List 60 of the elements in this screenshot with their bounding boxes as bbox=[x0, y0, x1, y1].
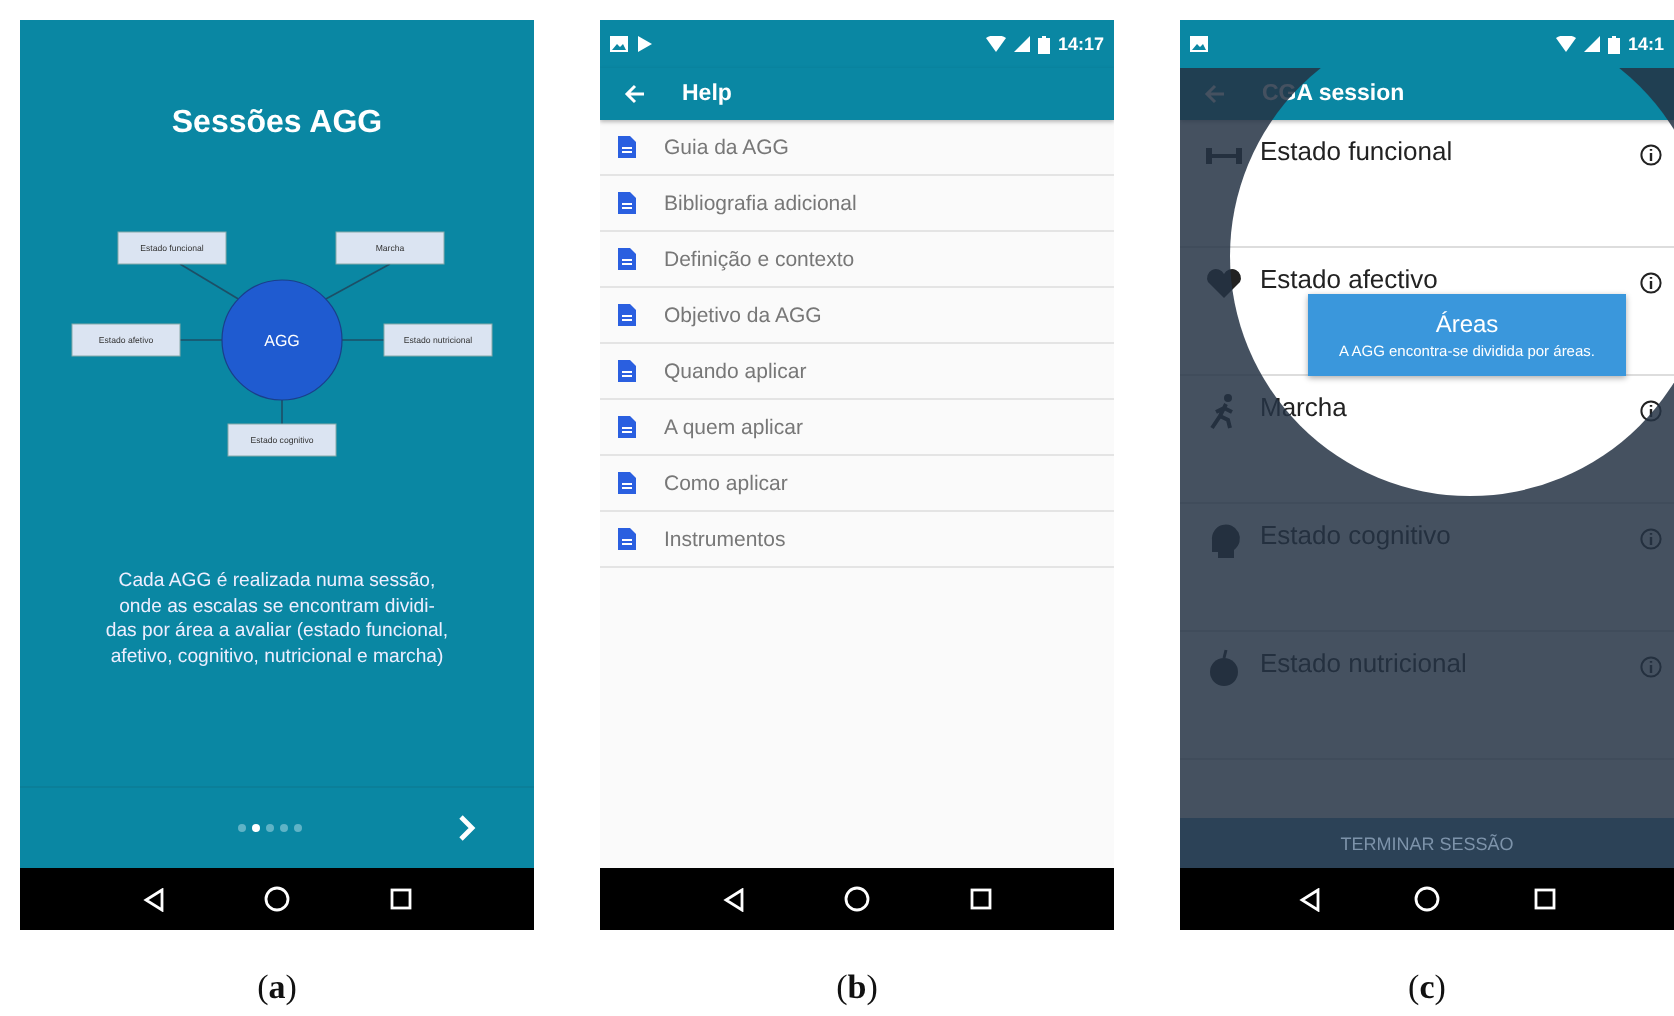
document-icon bbox=[618, 360, 636, 382]
help-list-item[interactable]: Definição e contexto bbox=[600, 232, 1114, 288]
back-icon[interactable] bbox=[141, 887, 166, 911]
status-time: 14:17 bbox=[1057, 34, 1104, 54]
info-icon[interactable] bbox=[1640, 400, 1662, 422]
image-icon bbox=[610, 36, 628, 52]
signal-icon bbox=[1013, 36, 1030, 52]
wifi-icon bbox=[1555, 36, 1576, 52]
connector-line bbox=[179, 339, 223, 341]
document-icon bbox=[618, 136, 636, 158]
document-icon bbox=[618, 248, 636, 270]
connector-line bbox=[281, 399, 283, 425]
recents-icon[interactable] bbox=[390, 888, 413, 910]
help-list-item[interactable]: Objetivo da AGG bbox=[600, 288, 1114, 344]
help-list-item[interactable]: Quando aplicar bbox=[600, 344, 1114, 400]
page-dot[interactable] bbox=[266, 824, 274, 832]
document-icon bbox=[618, 472, 636, 494]
figure-caption: (a) bbox=[257, 968, 297, 1008]
document-icon bbox=[618, 304, 636, 326]
battery-icon bbox=[1037, 35, 1050, 53]
play-icon bbox=[638, 36, 652, 52]
recents-icon[interactable] bbox=[970, 888, 993, 910]
page-dot[interactable] bbox=[280, 824, 288, 832]
center-node: AGG bbox=[221, 279, 343, 401]
figure-caption: (c) bbox=[1408, 968, 1446, 1008]
page-dot[interactable] bbox=[252, 824, 260, 832]
back-icon[interactable] bbox=[1298, 887, 1323, 911]
signal-icon bbox=[1583, 36, 1600, 52]
description-text: Cada AGG é realizada numa sessão, onde as escalas se encontram dividi- das por área a avaliar (estado funcional, afetivo, cognitivo, nutricional e marcha) bbox=[103, 570, 451, 670]
page-dot[interactable] bbox=[294, 824, 302, 832]
info-icon[interactable] bbox=[1640, 272, 1662, 294]
toolbar-title: Help bbox=[682, 82, 732, 106]
help-list-item[interactable]: A quem aplicar bbox=[600, 400, 1114, 456]
help-list-item[interactable]: Como aplicar bbox=[600, 456, 1114, 512]
screen-title: Sessões AGG bbox=[169, 106, 385, 144]
image-icon bbox=[1190, 36, 1208, 52]
info-icon[interactable] bbox=[1640, 144, 1662, 166]
home-icon[interactable] bbox=[844, 886, 871, 912]
page-dot[interactable] bbox=[238, 824, 246, 832]
end-session-button[interactable]: TERMINAR SESSÃO bbox=[1180, 818, 1674, 868]
figure-caption: (b) bbox=[836, 968, 878, 1008]
document-icon bbox=[618, 416, 636, 438]
back-icon[interactable] bbox=[721, 887, 746, 911]
connector-line bbox=[323, 263, 391, 301]
home-icon[interactable] bbox=[264, 886, 291, 912]
home-icon[interactable] bbox=[1414, 886, 1441, 912]
wifi-icon bbox=[985, 36, 1006, 52]
help-list-item[interactable]: Bibliografia adicional bbox=[600, 176, 1114, 232]
status-time: 14:1 bbox=[1627, 34, 1664, 54]
document-icon bbox=[618, 192, 636, 214]
connector-line bbox=[341, 339, 385, 341]
document-icon bbox=[618, 528, 636, 550]
area-row[interactable]: Estado funcional bbox=[1180, 120, 1674, 248]
chevron-right-icon[interactable] bbox=[458, 814, 476, 842]
help-list-item[interactable]: Guia da AGG bbox=[600, 120, 1114, 176]
battery-icon bbox=[1607, 35, 1620, 53]
back-arrow-icon[interactable] bbox=[624, 84, 646, 104]
recents-icon[interactable] bbox=[1533, 888, 1556, 910]
connector-line bbox=[179, 263, 241, 301]
help-list-item[interactable]: Instrumentos bbox=[600, 512, 1114, 568]
